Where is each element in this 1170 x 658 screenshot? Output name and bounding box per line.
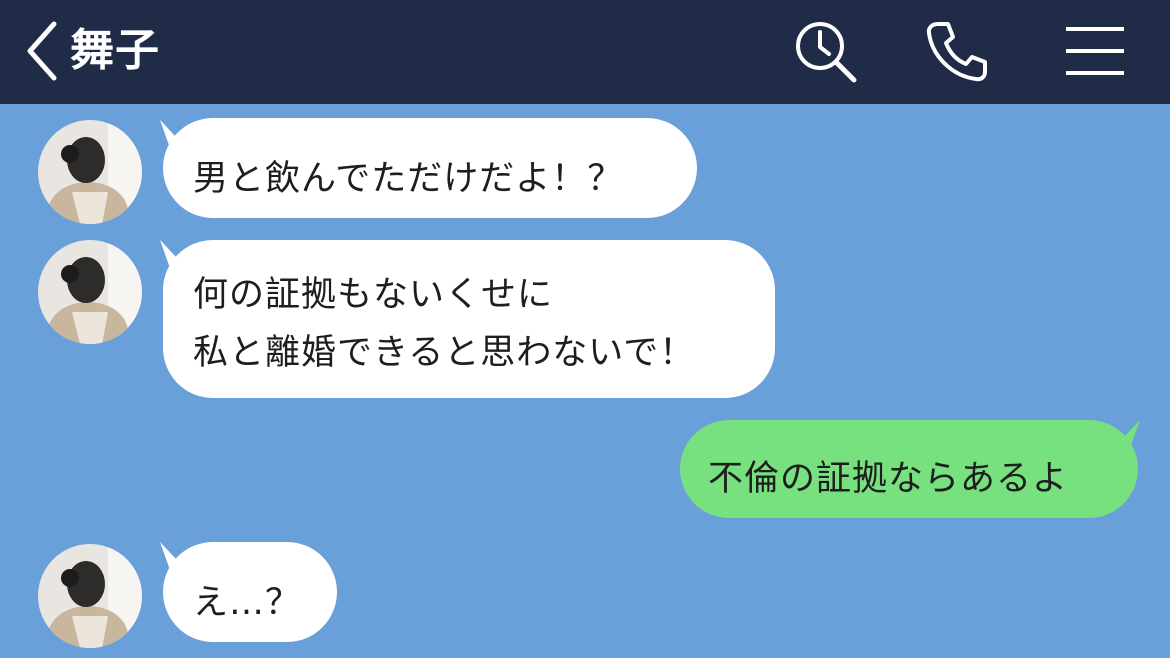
phone-icon <box>926 22 987 82</box>
message-text: 私と離婚できると思わないで！ <box>193 333 696 373</box>
message-text: 何の証拠もないくせに <box>193 275 554 315</box>
contact-avatar[interactable] <box>38 120 142 224</box>
message-text: 不倫の証拠ならあるよ <box>708 459 1069 499</box>
contact-avatar[interactable] <box>38 240 142 344</box>
message-bubble-outgoing[interactable]: 不倫の証拠ならあるよ <box>680 420 1138 518</box>
message-bubble-incoming[interactable]: え…？ <box>163 542 337 642</box>
call-button[interactable] <box>922 16 992 86</box>
hamburger-menu-icon <box>1066 27 1124 75</box>
message-text: え…？ <box>193 583 302 623</box>
message-bubble-incoming[interactable]: 何の証拠もないくせに 私と離婚できると思わないで！ <box>163 240 775 398</box>
menu-button[interactable] <box>1060 16 1130 86</box>
search-clock-icon <box>796 22 857 83</box>
search-button[interactable] <box>790 16 860 86</box>
chevron-left-icon <box>27 21 57 81</box>
back-button[interactable] <box>18 18 68 84</box>
chat-title: 舞子 <box>70 25 160 76</box>
contact-avatar[interactable] <box>38 544 142 648</box>
message-bubble-incoming[interactable]: 男と飲んでただけだよ！？ <box>163 118 697 218</box>
chat-area[interactable]: 男と飲んでただけだよ！？ 何の証拠もないくせに 私と離婚できると思わないで！ 不… <box>0 104 1170 658</box>
chat-header: 舞子 <box>0 0 1170 104</box>
message-text: 男と飲んでただけだよ！？ <box>193 159 624 199</box>
